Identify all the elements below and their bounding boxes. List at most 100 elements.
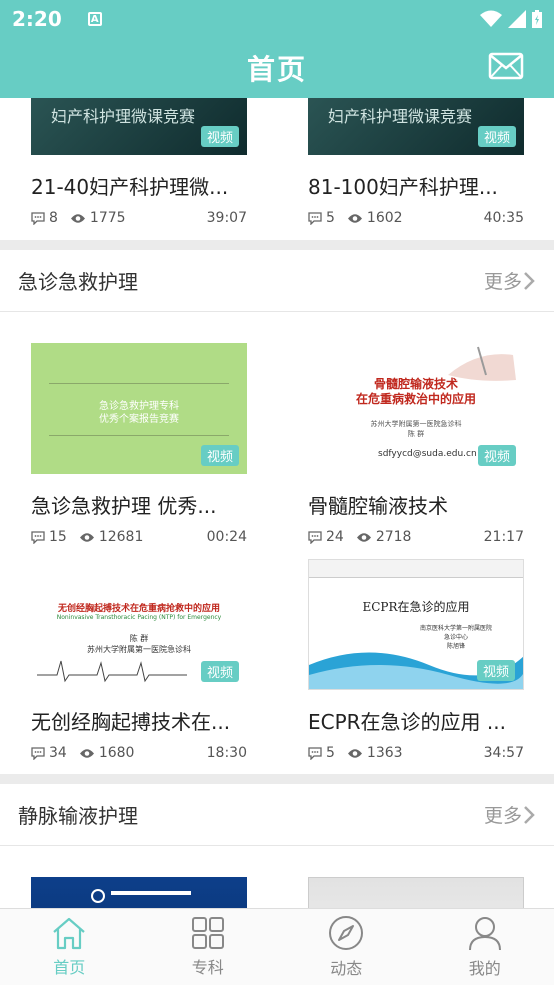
video-title: 急诊急救护理 优秀...: [31, 494, 217, 518]
video-duration: 39:07: [206, 210, 247, 226]
view-count: 1680: [98, 745, 135, 761]
tab-home[interactable]: 首页: [0, 909, 139, 985]
tab-label: 动态: [330, 959, 363, 978]
video-title: 81-100妇产科护理...: [308, 175, 498, 199]
video-duration: 40:35: [483, 210, 524, 226]
eye-icon: [79, 748, 95, 759]
tab-label: 首页: [53, 958, 86, 977]
tab-feed[interactable]: 动态: [277, 909, 416, 985]
view-count: 1363: [366, 745, 403, 761]
thumb-text: 妇产科护理微课竞赛: [328, 107, 473, 126]
thumb-line: 无创经胸起搏技术在危重病抢救中的应用: [57, 604, 220, 614]
bottom-tab-bar: 首页 专科 动态 我的: [0, 908, 554, 985]
video-title: 无创经胸起搏技术在...: [31, 710, 231, 734]
comment-icon: [31, 746, 45, 760]
view-count: 1775: [89, 210, 126, 226]
battery-icon: [532, 10, 542, 28]
section-title: 静脉输液护理: [18, 804, 138, 828]
thumb-text: 妇产科护理微课竞赛: [51, 107, 196, 126]
thumb-line: 苏州大学附属第一医院急诊科: [87, 645, 191, 654]
comment-count: 15: [49, 529, 67, 545]
mail-icon[interactable]: [488, 52, 524, 80]
video-title: ECPR在急诊的应用 ...: [308, 710, 506, 734]
home-content[interactable]: 妇产科护理微课竞赛 视频 21-40妇产科护理微... 8 1775 39:07…: [0, 98, 554, 908]
section-separator: [0, 240, 554, 250]
grid-icon: [191, 917, 224, 949]
more-link[interactable]: 更多: [484, 801, 536, 828]
comment-count: 34: [49, 745, 67, 761]
eye-icon: [356, 532, 372, 543]
video-duration: 00:24: [206, 529, 247, 545]
video-card[interactable]: ECPR在急诊的应用 南京医科大学第一附属医院 急诊中心 陈旭锋 视频 ECPR…: [308, 559, 524, 761]
video-duration: 18:30: [206, 745, 247, 761]
video-card[interactable]: 妇产科护理微课竞赛 视频 81-100妇产科护理... 5 1602 40:35: [308, 98, 524, 226]
comment-icon: [308, 211, 322, 225]
video-card[interactable]: 妇产科护理微课竞赛 视频 21-40妇产科护理微... 8 1775 39:07: [31, 98, 247, 226]
video-duration: 21:17: [483, 529, 524, 545]
comment-icon: [31, 530, 45, 544]
notification-a-icon: A: [87, 12, 102, 26]
video-thumbnail: 妇产科护理微课竞赛 视频: [31, 98, 247, 155]
video-meta: 5 1363 34:57: [308, 745, 524, 761]
video-thumbnail: 急诊急救护理专科 优秀个案报告竞赛 视频: [31, 343, 247, 474]
thumb-line: Noninvasive Transthoracic Pacing (NTP) f…: [56, 614, 222, 621]
thumb-line: 陈 群: [407, 430, 425, 438]
video-duration: 34:57: [483, 745, 524, 761]
video-thumbnail: [308, 877, 524, 908]
video-card[interactable]: [308, 877, 524, 908]
video-tag: 视频: [200, 661, 239, 682]
tab-label: 专科: [191, 958, 224, 977]
wifi-icon: [480, 10, 502, 27]
video-tag: 视频: [476, 660, 515, 681]
video-thumbnail: ECPR在急诊的应用 南京医科大学第一附属医院 急诊中心 陈旭锋 视频: [308, 559, 524, 690]
eye-icon: [79, 532, 95, 543]
tab-specialty[interactable]: 专科: [139, 909, 278, 985]
page-title: 首页: [246, 53, 307, 86]
comment-icon: [308, 746, 322, 760]
status-time: 2:20: [12, 7, 62, 31]
person-icon: [468, 917, 501, 951]
eye-icon: [347, 748, 363, 759]
thumb-line: 急诊急救护理专科: [99, 401, 179, 412]
more-link[interactable]: 更多: [484, 267, 536, 294]
video-thumbnail: [31, 877, 247, 908]
video-tag: 视频: [477, 445, 516, 466]
comment-count: 8: [49, 210, 58, 226]
tab-label: 我的: [468, 959, 501, 978]
comment-count: 24: [326, 529, 344, 545]
video-tag: 视频: [477, 126, 516, 147]
thumb-line: 骨髓腔输液技术: [373, 377, 458, 391]
video-card[interactable]: [31, 877, 247, 908]
thumb-line: sdfyycd@suda.edu.cn: [378, 449, 477, 459]
ecg-line-icon: [37, 660, 187, 683]
thumb-line: 陈 群: [129, 634, 149, 643]
thumb-line: ECPR在急诊的应用: [362, 600, 470, 614]
video-title: 骨髓腔输液技术: [308, 494, 448, 518]
signal-icon: [508, 10, 526, 28]
video-title: 21-40妇产科护理微...: [31, 175, 229, 199]
video-card[interactable]: 急诊急救护理专科 优秀个案报告竞赛 视频 急诊急救护理 优秀... 15 126…: [31, 343, 247, 545]
view-count: 12681: [98, 529, 144, 545]
status-bar: 2:20 A: [0, 0, 554, 38]
comment-count: 5: [326, 210, 335, 226]
chevron-right-icon: [524, 271, 535, 290]
more-label: 更多: [483, 805, 522, 827]
section-separator: [0, 774, 554, 784]
thumb-line: 优秀个案报告竞赛: [99, 414, 179, 425]
app-bar: 首页: [0, 38, 554, 98]
thumb-line: 在危重病救治中的应用: [355, 392, 476, 406]
view-count: 1602: [366, 210, 403, 226]
video-card[interactable]: 无创经胸起搏技术在危重病抢救中的应用 Noninvasive Transthor…: [31, 559, 247, 761]
video-card[interactable]: 骨髓腔输液技术 在危重病救治中的应用 苏州大学附属第一医院急诊科 陈 群 sdf…: [308, 343, 524, 545]
video-meta: 8 1775 39:07: [31, 210, 247, 226]
tab-profile[interactable]: 我的: [416, 909, 554, 985]
video-thumbnail: 骨髓腔输液技术 在危重病救治中的应用 苏州大学附属第一医院急诊科 陈 群 sdf…: [308, 343, 524, 474]
home-icon: [53, 917, 85, 950]
video-meta: 24 2718 21:17: [308, 529, 524, 545]
video-tag: 视频: [200, 445, 239, 466]
comment-icon: [31, 211, 45, 225]
hospital-logo-icon: [91, 889, 105, 903]
thumb-line: 急诊中心: [443, 634, 468, 641]
section-header: 急诊急救护理 更多: [0, 250, 554, 312]
section-title: 急诊急救护理: [18, 270, 138, 294]
